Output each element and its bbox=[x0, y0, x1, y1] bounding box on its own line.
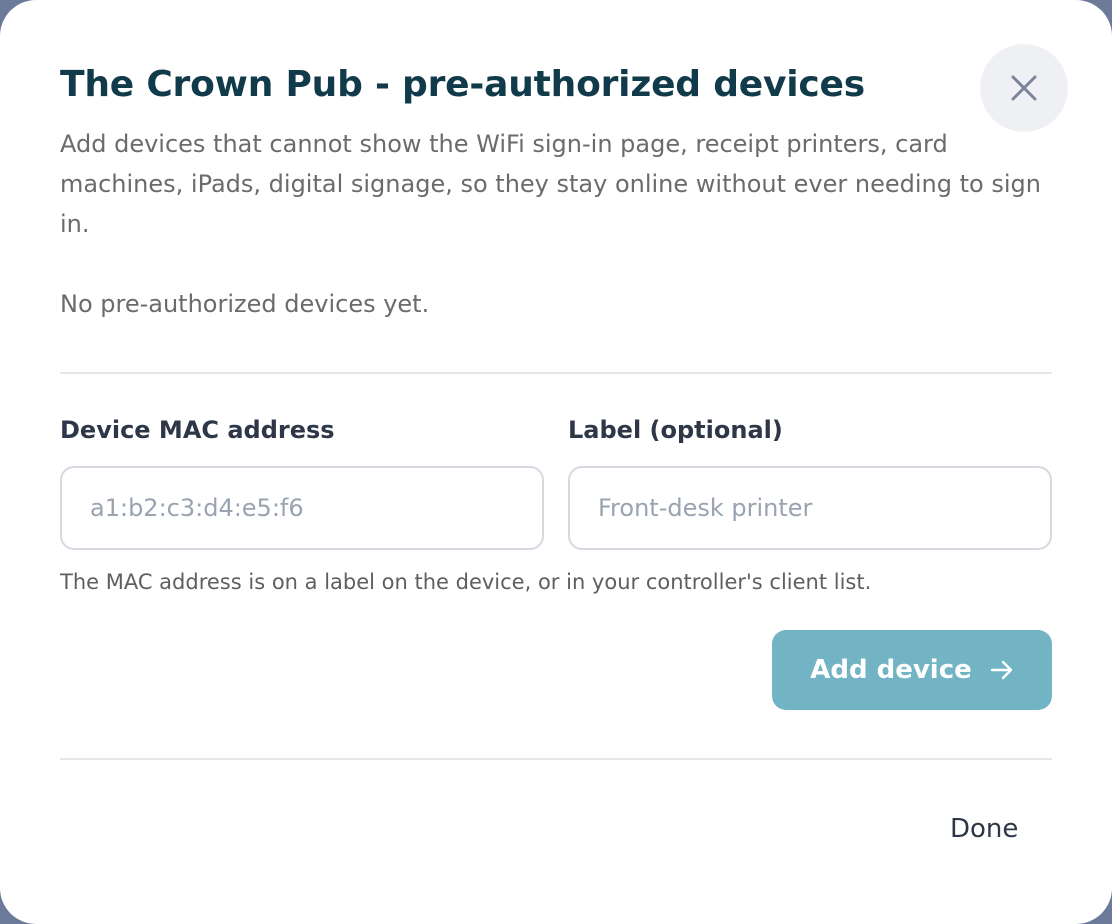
dialog-description: Add devices that cannot show the WiFi si… bbox=[60, 130, 1041, 238]
mac-address-label: Device MAC address bbox=[60, 416, 335, 444]
mac-address-hint: The MAC address is on a label on the dev… bbox=[60, 570, 872, 594]
preauthorized-devices-dialog: The Crown Pub - pre-authorized devices A… bbox=[0, 0, 1112, 924]
dialog-title: The Crown Pub - pre-authorized devices bbox=[60, 64, 865, 105]
add-device-button-label: Add device bbox=[810, 655, 972, 685]
device-label-input[interactable] bbox=[568, 466, 1052, 550]
section-divider bbox=[60, 372, 1052, 374]
close-icon bbox=[1009, 73, 1039, 103]
device-label-label: Label (optional) bbox=[568, 416, 783, 444]
add-device-button[interactable]: Add device bbox=[772, 630, 1052, 710]
arrow-right-icon bbox=[990, 659, 1014, 681]
mac-address-input[interactable] bbox=[60, 466, 544, 550]
close-button[interactable] bbox=[980, 44, 1068, 132]
done-button[interactable]: Done bbox=[930, 804, 1038, 854]
footer-divider bbox=[60, 758, 1052, 760]
empty-state-message: No pre-authorized devices yet. bbox=[60, 290, 430, 318]
